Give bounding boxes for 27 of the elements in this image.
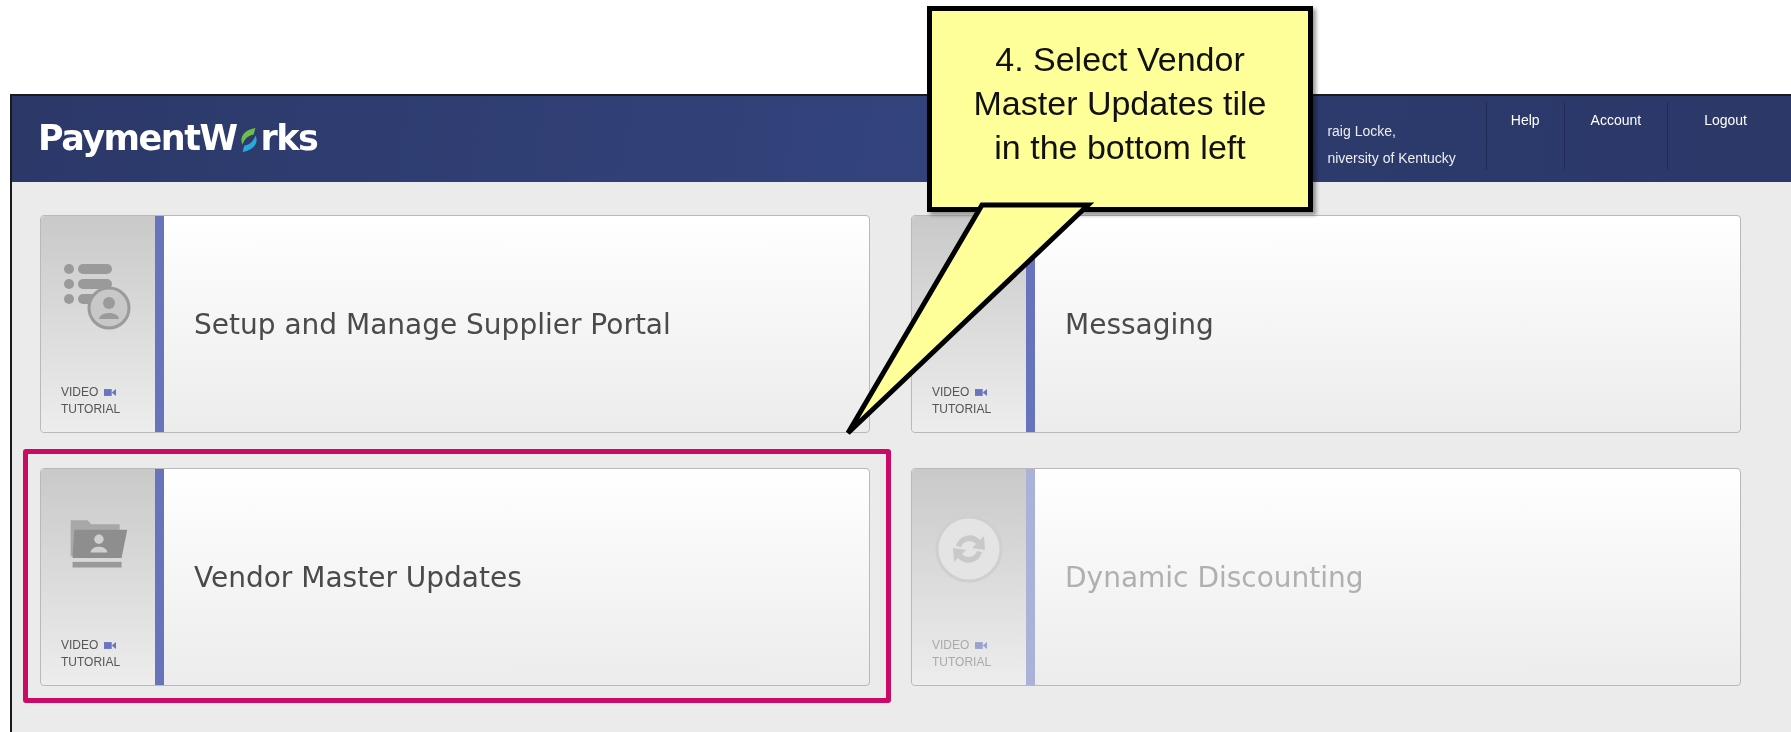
tile-title: Dynamic Discounting xyxy=(1065,560,1364,594)
callout: 4. Select Vendor Master Updates tile in the bottom left xyxy=(927,6,1313,212)
nav-link[interactable]: Logout xyxy=(1667,102,1777,170)
video-label: VIDEO xyxy=(61,384,99,401)
tutorial-label: TUTORIAL xyxy=(932,654,992,671)
user-info-text: niversity of Kentucky xyxy=(1327,149,1456,168)
video-camera-icon xyxy=(975,641,988,650)
video-label: VIDEO xyxy=(932,384,970,401)
video-camera-icon xyxy=(104,641,117,650)
nav-link[interactable]: Account xyxy=(1563,102,1668,170)
tile-title: Messaging xyxy=(1065,307,1214,341)
list-user-icon xyxy=(63,261,133,331)
tile-card[interactable]: VIDEO TUTORIAL Setup and Manage Supplier Portal xyxy=(40,215,870,433)
tile-title: Vendor Master Updates xyxy=(194,560,522,594)
tile-title: Setup and Manage Supplier Portal xyxy=(194,307,671,341)
tutorial-label: TUTORIAL xyxy=(61,654,121,671)
logo-text: PaymentW xyxy=(38,118,237,158)
user-info-text: raig Locke, xyxy=(1327,122,1397,141)
logo-text: rks xyxy=(260,118,318,158)
video-label: VIDEO xyxy=(932,637,970,654)
tutorial-label: TUTORIAL xyxy=(61,401,121,418)
nav-link[interactable]: Help xyxy=(1485,102,1564,170)
tutorial-label: TUTORIAL xyxy=(932,401,992,418)
tile-card[interactable]: VIDEO TUTORIAL Vendor Master Updates xyxy=(40,468,870,686)
video-label: VIDEO xyxy=(61,637,99,654)
video-camera-icon xyxy=(104,388,117,397)
video-camera-icon xyxy=(975,388,988,397)
